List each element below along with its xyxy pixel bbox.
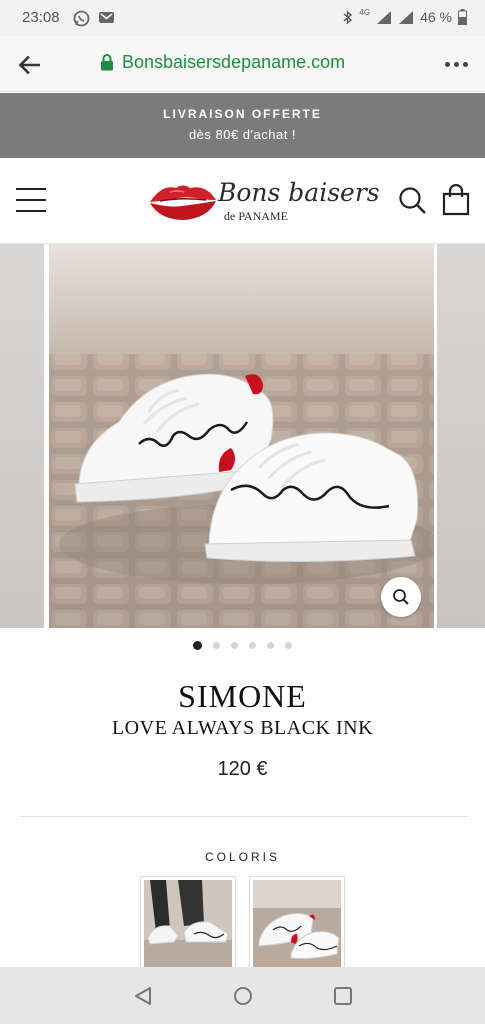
- nav-back-icon[interactable]: [133, 986, 153, 1006]
- lips-logo-icon: [150, 185, 216, 220]
- browser-back-button[interactable]: [14, 50, 44, 80]
- swatch-image-worn: [144, 880, 232, 967]
- battery-percent: 46 %: [420, 9, 452, 25]
- lock-icon: [101, 54, 113, 71]
- status-bar: 23:08 4G 46 %: [0, 0, 485, 36]
- bluetooth-icon: [343, 9, 353, 25]
- more-dots-icon: [444, 61, 450, 67]
- product-price: 120 €: [217, 758, 268, 780]
- logo-script-text: Bons baisers: [218, 178, 380, 207]
- product-variant: LOVE ALWAYS BLACK INK: [111, 717, 374, 739]
- shopping-bag-icon: [442, 183, 470, 216]
- back-arrow-icon: [18, 56, 40, 74]
- search-icon: [399, 187, 426, 214]
- product-name: SIMONE: [178, 678, 307, 714]
- network-label: 4G: [359, 7, 371, 17]
- carousel-dot-4[interactable]: [249, 642, 256, 649]
- color-swatch-pair[interactable]: [249, 876, 345, 968]
- sneakers-photo: [49, 244, 434, 628]
- carousel-dot-5[interactable]: [267, 642, 274, 649]
- color-swatch-worn[interactable]: [140, 876, 236, 968]
- gmail-icon: [99, 12, 114, 23]
- zoom-icon: [393, 589, 409, 605]
- browser-toolbar: Bonsbaisersdepaname.com: [0, 36, 485, 92]
- carousel-dot-3[interactable]: [231, 642, 238, 649]
- promo-subtitle: dès 80€ d'achat !: [188, 127, 297, 142]
- section-divider: [20, 816, 468, 817]
- carousel-dot-2[interactable]: [213, 642, 220, 649]
- previous-image-peek[interactable]: [0, 244, 44, 628]
- swatch-image-pair: [253, 880, 341, 967]
- status-time: 23:08: [22, 9, 60, 26]
- menu-button[interactable]: [16, 188, 46, 212]
- cart-button[interactable]: [441, 183, 471, 216]
- site-logo[interactable]: Bons baisers de PANAME: [148, 176, 380, 228]
- next-image-peek[interactable]: [437, 244, 485, 628]
- cell-signal-icon: [377, 10, 392, 24]
- carousel-dot-6[interactable]: [285, 642, 292, 649]
- product-image-carousel[interactable]: [0, 244, 485, 628]
- logo-sub-text: de PANAME: [224, 209, 288, 223]
- carousel-dot-1[interactable]: [193, 641, 202, 650]
- promo-banner[interactable]: LIVRAISON OFFERTE dès 80€ d'achat !: [0, 93, 485, 158]
- battery-icon: [458, 9, 467, 25]
- nav-recent-apps-icon[interactable]: [333, 986, 353, 1006]
- system-navigation-bar: [0, 967, 485, 1024]
- cell-signal-icon-2: [399, 10, 414, 24]
- colors-heading: COLORIS: [204, 850, 280, 864]
- carousel-pagination: [0, 640, 485, 652]
- url-text: Bonsbaisersdepaname.com: [122, 52, 346, 72]
- nav-home-icon[interactable]: [232, 985, 254, 1007]
- product-photo[interactable]: [49, 244, 434, 628]
- browser-menu-button[interactable]: [441, 52, 471, 76]
- menu-icon: [16, 188, 46, 190]
- promo-title: LIVRAISON OFFERTE: [163, 107, 322, 121]
- search-button[interactable]: [398, 186, 428, 216]
- site-header: Bons baisers de PANAME: [0, 158, 485, 244]
- whatsapp-icon: [73, 10, 90, 27]
- url-bar[interactable]: Bonsbaisersdepaname.com: [100, 52, 345, 73]
- zoom-button[interactable]: [381, 577, 421, 617]
